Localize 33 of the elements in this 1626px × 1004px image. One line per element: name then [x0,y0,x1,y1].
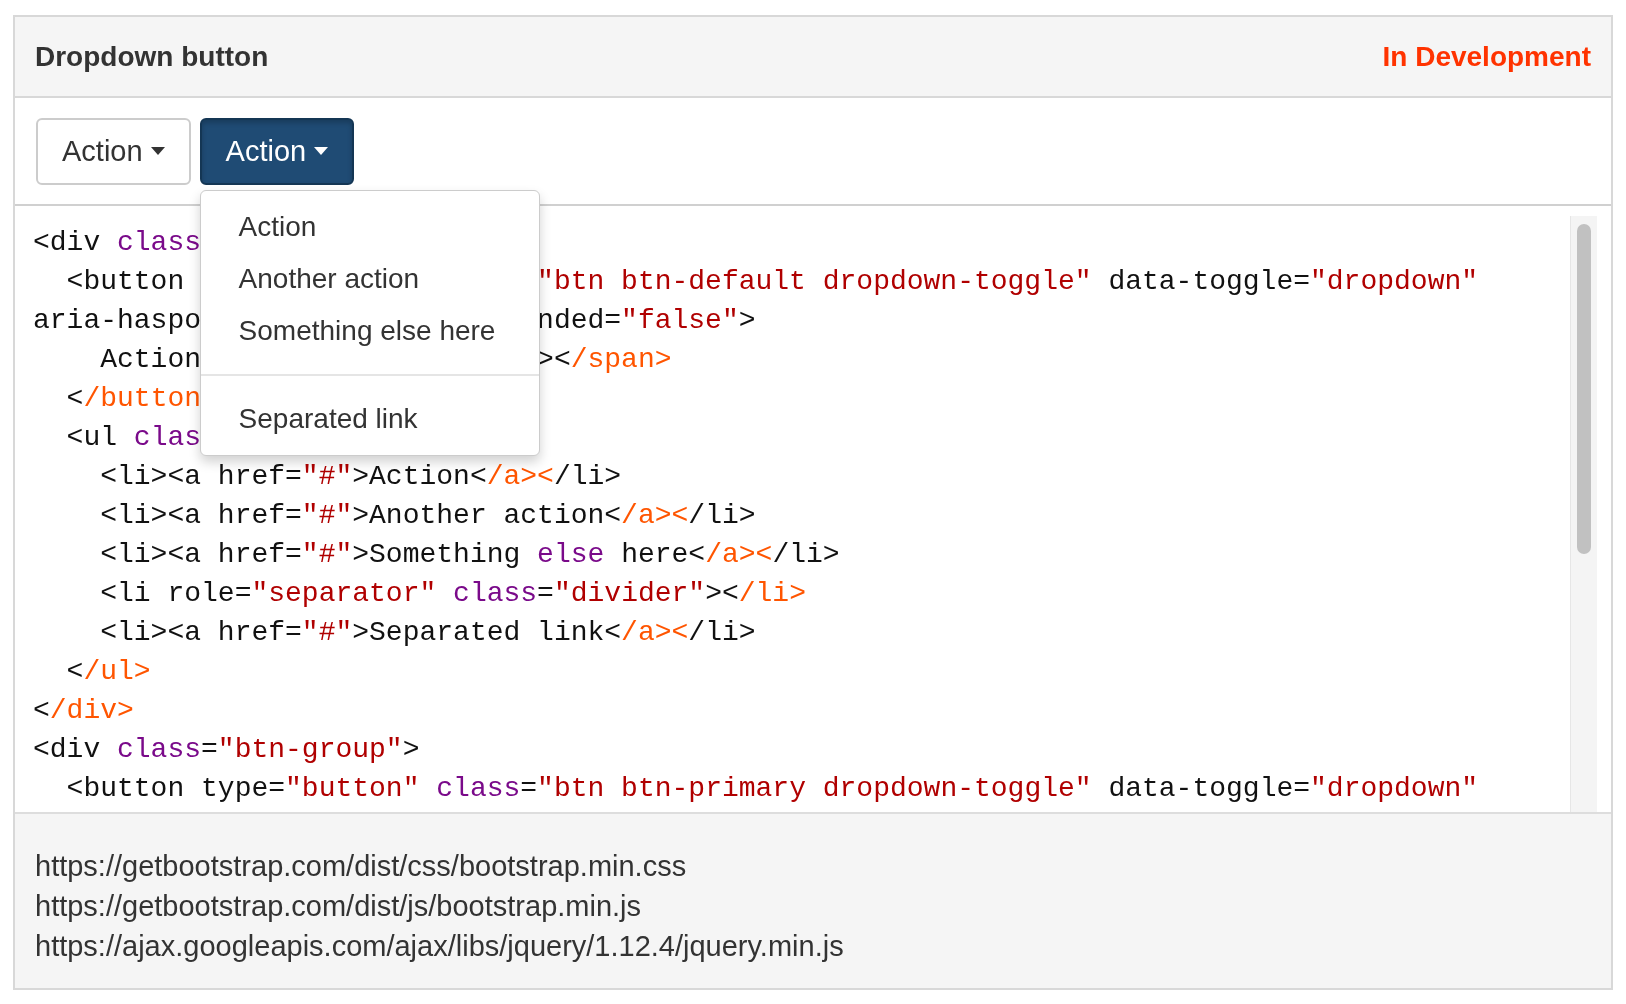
code-text: aria-haspo [33,304,202,338]
caret-icon [150,147,165,155]
code-text: </ul> [65,655,151,689]
code-text: <li><a href="#">Another action</a></li> [99,499,756,533]
resource-url: https://getbootstrap.com/dist/js/bootstrap.min.js [35,889,643,924]
code-text: <li><a href="#">Action</a></li> [99,460,622,494]
menu-item[interactable]: Action [200,200,539,253]
code-text: <li role="separator" class="divider"></li> [99,577,806,611]
menu-item[interactable]: Separated link [200,392,539,445]
resource-url: https://ajax.googleapis.com/ajax/libs/jquery/1.12.4/jquery.min.js [35,929,845,964]
code-text: </div> [33,694,134,728]
code-text: <li><a href="#">Separated link</a></li> [99,616,756,650]
code-text: Action [99,343,202,377]
panel-title: Dropdown button [35,40,269,73]
code-text: <ul clas [65,421,202,455]
dropdown-button[interactable]: Action [36,117,191,185]
code-text: "btn btn-default dropdown-toggle" data-toggle="dropdown" [537,265,1479,299]
code-text: ></span> [537,343,672,377]
code-text: <button type="button" class="btn btn-primary dropdown-toggle" data-toggle="dropdown" [65,772,1479,806]
code-text: nded="false"> [537,304,756,338]
code-text: <div class [33,226,202,260]
caret-icon [314,147,329,155]
code-text: <li><a href="#">Something else here</a></li> [99,538,840,572]
scrollbar[interactable] [1570,216,1597,812]
code-text: <button [65,265,185,299]
code-text: </button [65,382,202,416]
scrollbar-thumb[interactable] [1577,224,1591,554]
resource-url: https://getbootstrap.com/dist/css/bootstrap.min.css [35,849,688,884]
dropdown-button[interactable]: Action [199,117,355,185]
status-label: In Development [1382,40,1591,73]
menu-item[interactable]: Something else here [200,304,539,357]
menu-item[interactable]: Another action [200,252,539,305]
code-text: <div class="btn-group"> [33,733,420,767]
